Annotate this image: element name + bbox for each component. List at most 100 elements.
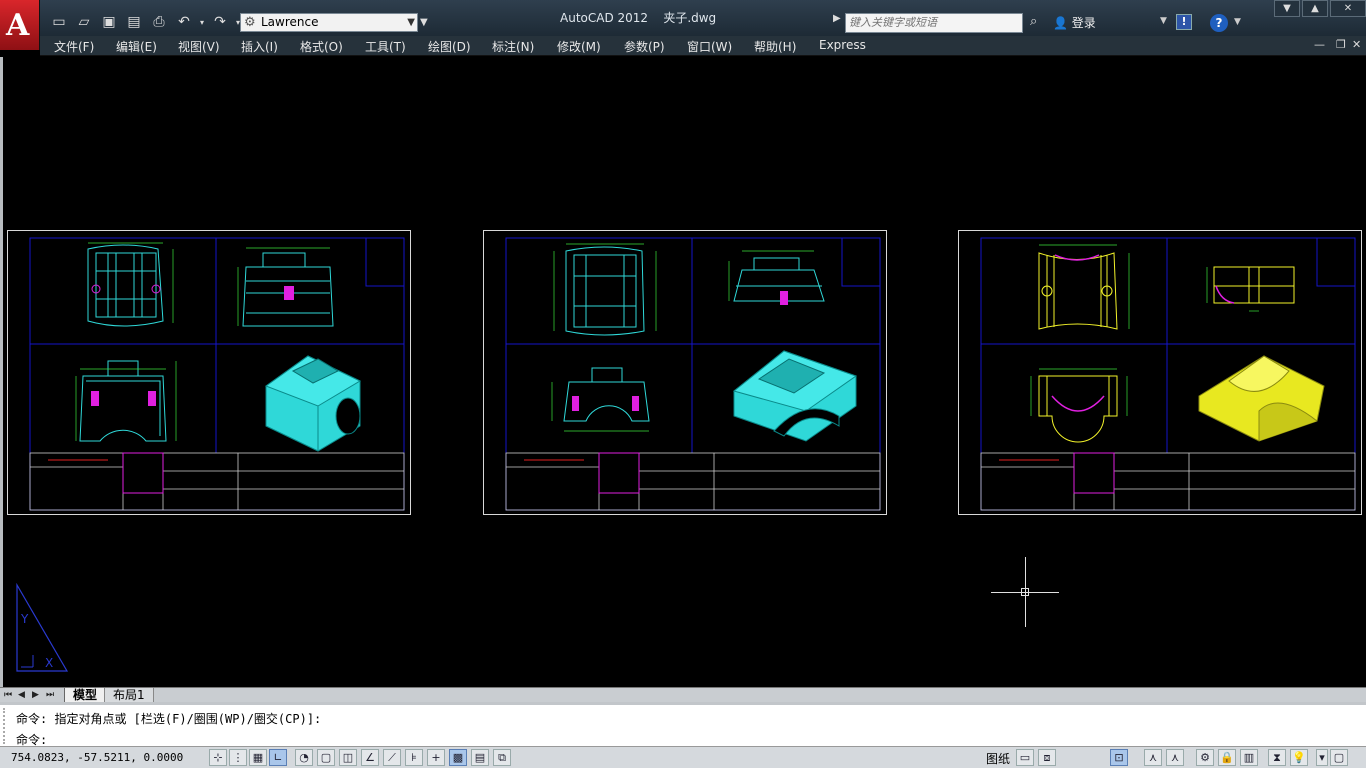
undo-dropdown-icon[interactable]: ▾ — [198, 11, 206, 33]
menu-modify[interactable]: 修改(M) — [557, 38, 601, 55]
quick-view-layouts-icon[interactable]: ▭ — [1016, 749, 1034, 766]
gear-icon: ⚙ — [244, 15, 256, 30]
menu-window[interactable]: 窗口(W) — [687, 38, 732, 55]
workspace-switching-icon[interactable]: ⚙ — [1196, 749, 1214, 766]
quick-view-drawings-icon[interactable]: ⧈ — [1038, 749, 1056, 766]
infer-constraints-icon[interactable]: ⊹ — [209, 749, 227, 766]
login-button[interactable]: 👤 登录 — [1053, 14, 1096, 31]
sheet-2-drawing — [505, 237, 881, 511]
polar-tracking-icon[interactable]: ◔ — [295, 749, 313, 766]
menu-express[interactable]: Express — [819, 38, 866, 52]
chevron-down-icon: ▼ — [407, 17, 415, 28]
menu-tools[interactable]: 工具(T) — [365, 38, 406, 55]
workspace-name: Lawrence — [261, 15, 319, 29]
next-tab-icon[interactable]: ▶ — [32, 689, 42, 701]
prev-tab-icon[interactable]: ◀ — [18, 689, 28, 701]
status-bar: 754.0823, -57.5211, 0.0000 ⊹ ⋮ ▦ ∟ ◔ ▢ ◫… — [0, 746, 1366, 768]
sheet-1-drawing — [29, 237, 405, 511]
help-dropdown-icon[interactable]: ▼ — [1234, 17, 1241, 27]
selection-cycling-icon[interactable]: ⧉ — [493, 749, 511, 766]
application-menu-button[interactable]: A — [0, 0, 40, 50]
dynamic-ucs-icon[interactable]: ⟋ — [383, 749, 401, 766]
search-expand-icon[interactable]: ▶ — [833, 13, 841, 24]
hardware-acceleration-icon[interactable]: ▥ — [1240, 749, 1258, 766]
pickbox-icon — [1021, 588, 1029, 596]
new-file-icon[interactable]: ▭ — [48, 11, 70, 33]
restore-button[interactable]: ▲ — [1302, 0, 1328, 17]
menu-edit[interactable]: 编辑(E) — [116, 38, 157, 55]
undo-icon[interactable]: ↶ — [173, 11, 195, 33]
help-icon[interactable]: ? — [1210, 14, 1228, 32]
quick-access-toolbar: ▭ ▱ ▣ ▤ ⎙ ↶ ▾ ↷ ▾ — [48, 10, 242, 34]
layout-sheet-3[interactable] — [958, 230, 1362, 515]
menu-format[interactable]: 格式(O) — [300, 38, 343, 55]
dynamic-input-icon[interactable]: ⊧ — [405, 749, 423, 766]
command-history: 命令: 指定对角点或 [栏选(F)/圈围(WP)/圈交(CP)]: — [16, 712, 322, 726]
svg-text:X: X — [45, 656, 53, 670]
doc-restore-icon[interactable]: ❐ — [1336, 38, 1346, 51]
doc-close-icon[interactable]: ✕ — [1352, 38, 1361, 51]
quick-properties-icon[interactable]: ▤ — [471, 749, 489, 766]
login-dropdown-icon[interactable]: ▼ — [1160, 16, 1167, 26]
first-tab-icon[interactable]: ⏮ — [4, 689, 14, 701]
tab-model[interactable]: 模型 — [64, 688, 107, 703]
toolbar-lock-icon[interactable]: 🔒 — [1218, 749, 1236, 766]
layout-sheet-1[interactable] — [7, 230, 411, 515]
status-menu-icon[interactable]: ▾ — [1316, 749, 1328, 766]
command-grip[interactable] — [3, 708, 11, 744]
lineweight-icon[interactable]: + — [427, 749, 445, 766]
ortho-mode-icon[interactable]: ∟ — [269, 749, 287, 766]
grid-display-icon[interactable]: ▦ — [249, 749, 267, 766]
paper-space-toggle[interactable]: 图纸 — [986, 750, 1010, 767]
menu-draw[interactable]: 绘图(D) — [428, 38, 471, 55]
menu-bar: 文件(F) 编辑(E) 视图(V) 插入(I) 格式(O) 工具(T) 绘图(D… — [40, 36, 1366, 56]
plot-icon[interactable]: ⎙ — [148, 11, 170, 33]
svg-text:Y: Y — [20, 612, 29, 626]
snap-mode-icon[interactable]: ⋮ — [229, 749, 247, 766]
maximize-viewport-icon[interactable]: ⊡ — [1110, 749, 1128, 766]
save-as-icon[interactable]: ▤ — [123, 11, 145, 33]
redo-icon[interactable]: ↷ — [209, 11, 231, 33]
file-name: 夹子.dwg — [663, 11, 717, 25]
isolate-objects-icon[interactable]: ⧗ — [1268, 749, 1286, 766]
autocad-logo-icon: A — [6, 8, 30, 43]
minimize-button[interactable]: ▼ — [1274, 0, 1300, 17]
menu-help[interactable]: 帮助(H) — [754, 38, 796, 55]
app-title: AutoCAD 2012 — [560, 11, 649, 25]
workspace-dropdown[interactable]: ⚙ Lawrence ▼ — [240, 13, 418, 32]
open-file-icon[interactable]: ▱ — [73, 11, 95, 33]
menu-parametric[interactable]: 参数(P) — [624, 38, 665, 55]
transparency-icon[interactable]: ▩ — [449, 749, 467, 766]
menu-file[interactable]: 文件(F) — [54, 38, 94, 55]
save-icon[interactable]: ▣ — [98, 11, 120, 33]
drawing-canvas[interactable]: X Y — [0, 57, 1366, 687]
command-line: 命令: 指定对角点或 [栏选(F)/圈围(WP)/圈交(CP)]: 命令: — [0, 702, 1366, 747]
lightbulb-icon[interactable]: 💡 — [1290, 749, 1308, 766]
annotation-scale-icon[interactable]: ⋏ — [1144, 749, 1162, 766]
title-bar: A ▭ ▱ ▣ ▤ ⎙ ↶ ▾ ↷ ▾ ⚙ Lawrence ▼ ▼ AutoC… — [0, 0, 1366, 50]
clean-screen-icon[interactable]: ▢ — [1330, 749, 1348, 766]
last-tab-icon[interactable]: ⏭ — [46, 689, 56, 701]
autocad-window: A ▭ ▱ ▣ ▤ ⎙ ↶ ▾ ↷ ▾ ⚙ Lawrence ▼ ▼ AutoC… — [0, 0, 1366, 768]
search-input[interactable] — [845, 13, 1023, 33]
close-button[interactable]: ✕ — [1330, 0, 1366, 17]
ucs-icon: X Y — [16, 583, 69, 672]
tab-layout1[interactable]: 布局1 — [104, 688, 154, 703]
window-title: AutoCAD 2012 夹子.dwg — [560, 9, 716, 26]
menu-insert[interactable]: 插入(I) — [241, 38, 278, 55]
binoculars-icon[interactable]: ⌕ — [1030, 14, 1037, 29]
sheet-3-drawing — [980, 237, 1356, 511]
login-label: 登录 — [1071, 16, 1096, 30]
menu-view[interactable]: 视图(V) — [178, 38, 220, 55]
3d-object-snap-icon[interactable]: ◫ — [339, 749, 357, 766]
customize-qat-icon[interactable]: ▼ — [420, 13, 432, 32]
object-snap-icon[interactable]: ▢ — [317, 749, 335, 766]
layout-sheet-2[interactable] — [483, 230, 887, 515]
doc-minimize-icon[interactable]: — — [1314, 38, 1325, 51]
coordinate-display[interactable]: 754.0823, -57.5211, 0.0000 — [11, 751, 183, 764]
exchange-icon[interactable]: ! — [1176, 14, 1192, 30]
layout-tabs-bar: ⏮ ◀ ▶ ⏭ 模型 布局1 — [0, 687, 1366, 703]
object-snap-tracking-icon[interactable]: ∠ — [361, 749, 379, 766]
menu-dimension[interactable]: 标注(N) — [492, 38, 534, 55]
annotation-visibility-icon[interactable]: ⋏ — [1166, 749, 1184, 766]
